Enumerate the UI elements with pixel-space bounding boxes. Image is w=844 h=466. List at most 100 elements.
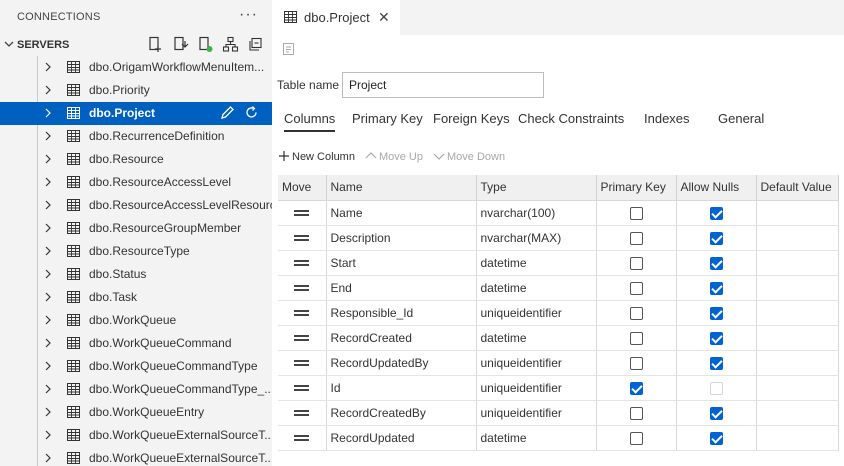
default-value-cell[interactable] (756, 350, 839, 376)
tree-item[interactable]: dbo.Resource (0, 148, 272, 171)
column-name-cell[interactable]: RecordCreated (326, 325, 477, 351)
drag-handle-icon[interactable] (294, 385, 310, 392)
primary-key-checkbox[interactable] (629, 231, 643, 245)
primary-key-checkbox[interactable] (629, 356, 643, 370)
allow-nulls-checkbox[interactable] (709, 256, 723, 270)
primary-key-checkbox[interactable] (629, 306, 643, 320)
allow-nulls-checkbox[interactable] (709, 356, 723, 370)
server-group-icon[interactable] (222, 36, 239, 53)
tab-columns[interactable]: Columns (284, 111, 336, 132)
header-default-value[interactable]: Default Value (756, 175, 839, 201)
header-type[interactable]: Type (476, 175, 597, 201)
column-type-cell[interactable]: uniqueidentifier (476, 350, 597, 376)
allow-nulls-checkbox[interactable] (709, 231, 723, 245)
tree-item[interactable]: dbo.Status (0, 263, 272, 286)
tree-item[interactable]: dbo.WorkQueueExternalSourceT... (0, 447, 272, 466)
default-value-cell[interactable] (756, 425, 839, 451)
table-name-input[interactable] (342, 72, 544, 98)
chevron-right-icon[interactable] (43, 268, 53, 280)
tree-item[interactable]: dbo.ResourceGroupMember (0, 217, 272, 240)
column-name-cell[interactable]: Name (326, 200, 477, 226)
column-type-cell[interactable]: uniqueidentifier (476, 375, 597, 401)
default-value-cell[interactable] (756, 200, 839, 226)
ellipsis-icon[interactable]: ··· (239, 6, 258, 24)
drag-handle-icon[interactable] (294, 410, 310, 417)
drag-handle-icon[interactable] (294, 435, 310, 442)
default-value-cell[interactable] (756, 250, 839, 276)
header-primary-key[interactable]: Primary Key (596, 175, 677, 201)
chevron-right-icon[interactable] (43, 291, 53, 303)
column-type-cell[interactable]: datetime (476, 425, 597, 451)
primary-key-checkbox[interactable] (629, 281, 643, 295)
chevron-right-icon[interactable] (43, 153, 53, 165)
tree-item[interactable]: dbo.WorkQueueCommand (0, 332, 272, 355)
chevron-right-icon[interactable] (43, 130, 53, 142)
tree-item[interactable]: dbo.Project (0, 102, 272, 125)
allow-nulls-checkbox[interactable] (709, 281, 723, 295)
chevron-right-icon[interactable] (43, 383, 53, 395)
allow-nulls-checkbox[interactable] (709, 331, 723, 345)
column-name-cell[interactable]: RecordCreatedBy (326, 400, 477, 426)
drag-handle-icon[interactable] (294, 260, 310, 267)
tab-foreign-keys[interactable]: Foreign Keys (433, 111, 510, 126)
tree-item[interactable]: dbo.ResourceType (0, 240, 272, 263)
allow-nulls-checkbox[interactable] (709, 206, 723, 220)
tab-dbo-project[interactable]: dbo.Project ✕ (272, 0, 400, 35)
chevron-right-icon[interactable] (43, 107, 53, 119)
primary-key-checkbox[interactable] (629, 381, 643, 395)
edit-icon[interactable] (220, 105, 235, 123)
column-name-cell[interactable]: RecordUpdated (326, 425, 477, 451)
tree-item[interactable]: dbo.WorkQueue (0, 309, 272, 332)
column-type-cell[interactable]: nvarchar(100) (476, 200, 597, 226)
tree-item[interactable]: dbo.Task (0, 286, 272, 309)
primary-key-checkbox[interactable] (629, 406, 643, 420)
new-connection-icon[interactable] (172, 36, 189, 53)
chevron-down-icon[interactable] (0, 39, 17, 52)
drag-handle-icon[interactable] (294, 210, 310, 217)
chevron-right-icon[interactable] (43, 337, 53, 349)
allow-nulls-checkbox[interactable] (709, 406, 723, 420)
column-type-cell[interactable]: datetime (476, 275, 597, 301)
chevron-right-icon[interactable] (43, 406, 53, 418)
drag-handle-icon[interactable] (294, 360, 310, 367)
close-icon[interactable]: ✕ (378, 9, 390, 26)
move-down-button[interactable]: Move Down (433, 150, 505, 165)
column-name-cell[interactable]: End (326, 275, 477, 301)
tree-item[interactable]: dbo.ResourceAccessLevel (0, 171, 272, 194)
chevron-right-icon[interactable] (43, 245, 53, 257)
chevron-right-icon[interactable] (43, 314, 53, 326)
drag-handle-icon[interactable] (294, 235, 310, 242)
primary-key-checkbox[interactable] (629, 256, 643, 270)
column-name-cell[interactable]: Description (326, 225, 477, 251)
chevron-right-icon[interactable] (43, 199, 53, 211)
refresh-icon[interactable] (244, 105, 259, 123)
connection-status-icon[interactable] (197, 36, 214, 53)
new-column-button[interactable]: New Column (278, 150, 355, 165)
collapse-all-icon[interactable] (247, 36, 264, 53)
drag-handle-icon[interactable] (294, 285, 310, 292)
chevron-right-icon[interactable] (43, 360, 53, 372)
tab-indexes[interactable]: Indexes (644, 111, 690, 126)
column-type-cell[interactable]: uniqueidentifier (476, 400, 597, 426)
chevron-right-icon[interactable] (43, 84, 53, 96)
move-up-button[interactable]: Move Up (365, 150, 423, 165)
column-type-cell[interactable]: uniqueidentifier (476, 300, 597, 326)
tree-item[interactable]: dbo.WorkQueueCommandType (0, 355, 272, 378)
default-value-cell[interactable] (756, 400, 839, 426)
tree-item[interactable]: dbo.WorkQueueEntry (0, 401, 272, 424)
generate-script-icon[interactable] (282, 42, 296, 56)
tree-item[interactable]: dbo.ResourceAccessLevelResource (0, 194, 272, 217)
column-name-cell[interactable]: Id (326, 375, 477, 401)
allow-nulls-checkbox[interactable] (709, 431, 723, 445)
column-name-cell[interactable]: Start (326, 250, 477, 276)
primary-key-checkbox[interactable] (629, 331, 643, 345)
default-value-cell[interactable] (756, 300, 839, 326)
column-name-cell[interactable]: Responsible_Id (326, 300, 477, 326)
column-name-cell[interactable]: RecordUpdatedBy (326, 350, 477, 376)
tree-item[interactable]: dbo.OrigamWorkflowMenuItem... (0, 56, 272, 79)
header-allow-nulls[interactable]: Allow Nulls (676, 175, 757, 201)
tree-item[interactable]: dbo.RecurrenceDefinition (0, 125, 272, 148)
chevron-right-icon[interactable] (43, 222, 53, 234)
default-value-cell[interactable] (756, 325, 839, 351)
drag-handle-icon[interactable] (294, 310, 310, 317)
